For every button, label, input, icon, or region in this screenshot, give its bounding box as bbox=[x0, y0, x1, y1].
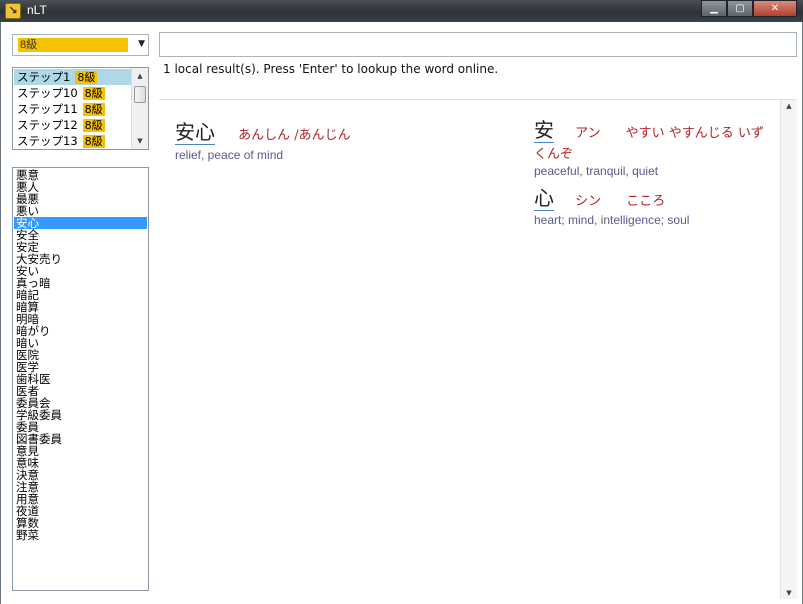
close-button[interactable]: ✕ bbox=[753, 0, 797, 17]
maximize-button[interactable]: ▢ bbox=[727, 0, 753, 17]
kanji-breakdown: 安 アン やすい やすんじる いずくんぞ peaceful, tranquil,… bbox=[534, 118, 774, 235]
word-entry: 安心 あんしん /あんじん relief, peace of mind bbox=[175, 120, 351, 162]
window-title: nLT bbox=[27, 3, 47, 17]
kanji-char[interactable]: 心 bbox=[534, 186, 554, 211]
kanji-meaning: peaceful, tranquil, quiet bbox=[534, 164, 659, 178]
scroll-down-icon[interactable]: ▼ bbox=[781, 589, 797, 597]
kanji-kun-reading: やすい やすんじる いずくんぞ bbox=[534, 126, 764, 162]
chevron-down-icon[interactable]: ▼ bbox=[138, 39, 145, 49]
steps-listbox[interactable]: ステップ1 8級 ステップ10 8級 ステップ11 8級 ステップ12 8級 ステップ13 8級 … bbox=[12, 67, 149, 150]
status-text: 1 local result(s). Press 'Enter' to look… bbox=[163, 62, 499, 76]
level-badge: 8級 bbox=[82, 87, 105, 100]
level-badge: 8級 bbox=[75, 71, 98, 84]
list-item[interactable]: ステップ1 8級 bbox=[14, 69, 131, 85]
kanji-kun-reading: こころ bbox=[626, 194, 666, 209]
list-item[interactable]: ステップ10 8級 bbox=[14, 85, 131, 101]
results-content: 安心 あんしん /あんじん relief, peace of mind 安 アン… bbox=[159, 100, 780, 599]
title-bar[interactable]: ↘ nLT ▁ ▢ ✕ bbox=[0, 0, 803, 22]
kanji-block: 安 アン やすい やすんじる いずくんぞ peaceful, tranquil,… bbox=[534, 118, 774, 178]
scroll-up-icon[interactable]: ▲ bbox=[781, 102, 797, 110]
app-logo-icon[interactable]: ↘ bbox=[5, 3, 21, 19]
step-label: ステップ12 bbox=[17, 118, 78, 132]
level-badge: 8級 bbox=[82, 103, 105, 116]
search-input[interactable] bbox=[159, 32, 797, 57]
list-item[interactable]: ステップ12 8級 bbox=[14, 117, 131, 133]
words-items: 悪意 悪人 最悪 悪い 安心 安全 安定 大安売り 安い 真っ暗 暗記 暗算 明暗 暗がり 暗い 医院 医学 歯科… bbox=[13, 169, 148, 541]
scroll-up-icon[interactable]: ▲ bbox=[132, 68, 148, 84]
list-item[interactable]: ステップ11 8級 bbox=[14, 101, 131, 117]
kanji-char[interactable]: 安 bbox=[534, 118, 554, 143]
step-label: ステップ11 bbox=[17, 102, 78, 116]
main-window: 8級 ▼ 1 local result(s). Press 'Enter' to… bbox=[0, 22, 803, 604]
list-item[interactable]: 野菜 bbox=[14, 529, 147, 541]
level-badge: 8級 bbox=[82, 135, 105, 148]
word-reading: あんしん /あんじん bbox=[238, 128, 351, 143]
window-controls: ▁ ▢ ✕ bbox=[701, 0, 797, 17]
kanji-on-reading: シン bbox=[575, 194, 602, 209]
word-kanji[interactable]: 安心 bbox=[175, 120, 215, 145]
kanji-meaning: heart; mind, intelligence; soul bbox=[534, 213, 690, 227]
step-label: ステップ1 bbox=[17, 70, 71, 84]
level-dropdown-value: 8級 bbox=[18, 38, 128, 52]
results-panel: 安心 あんしん /あんじん relief, peace of mind 安 アン… bbox=[159, 99, 797, 599]
step-label: ステップ13 bbox=[17, 134, 78, 148]
level-dropdown[interactable]: 8級 ▼ bbox=[12, 34, 149, 56]
words-listbox[interactable]: 悪意 悪人 最悪 悪い 安心 安全 安定 大安売り 安い 真っ暗 暗記 暗算 明暗 暗がり 暗い 医院 医学 歯科… bbox=[12, 167, 149, 591]
level-badge: 8級 bbox=[82, 119, 105, 132]
scroll-down-icon[interactable]: ▼ bbox=[132, 133, 148, 149]
results-scrollbar[interactable]: ▲ ▼ bbox=[780, 100, 797, 599]
minimize-button[interactable]: ▁ bbox=[701, 0, 727, 17]
kanji-on-reading: アン bbox=[575, 126, 601, 141]
kanji-block: 心 シン こころ heart; mind, intelligence; soul bbox=[534, 186, 774, 227]
word-meaning: relief, peace of mind bbox=[175, 148, 284, 162]
steps-scrollbar[interactable]: ▲ ▼ bbox=[131, 68, 148, 149]
step-label: ステップ10 bbox=[17, 86, 78, 100]
list-item[interactable]: ステップ13 8級 bbox=[14, 133, 131, 149]
scroll-thumb[interactable] bbox=[134, 86, 146, 103]
